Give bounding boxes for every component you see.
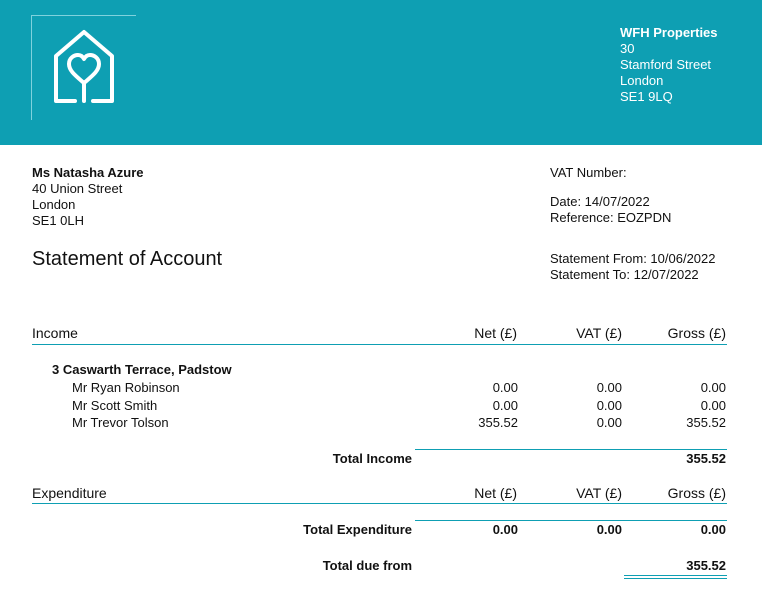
logo [31,15,136,120]
recipient-address-line: 40 Union Street [32,181,123,196]
company-address: WFH Properties 30 Stamford Street London… [620,25,718,105]
statement-reference: Reference: EOZPDN [550,210,672,225]
tenant-gross: 0.00 [700,380,726,395]
property-name: 3 Caswarth Terrace, Padstow [52,362,232,377]
expenditure-vat-header: VAT (£) [576,485,622,501]
total-expenditure-gross: 0.00 [700,522,726,537]
expenditure-header: Expenditure [32,485,107,501]
tenant-vat: 0.00 [596,415,622,430]
total-expenditure-net: 0.00 [492,522,518,537]
tenant-net: 0.00 [492,398,518,413]
company-name: WFH Properties [620,25,718,40]
total-expenditure-divider [415,520,727,521]
income-header: Income [32,325,78,341]
recipient-address-line: SE1 0LH [32,213,85,228]
income-header-divider [32,344,727,345]
total-due-amount: 355.52 [686,558,726,573]
tenant-gross: 355.52 [686,415,726,430]
company-address-line: 30 [620,41,635,56]
total-due-label: Total due from [322,558,412,573]
company-address-line: SE1 9LQ [620,89,673,104]
total-income-label: Total Income [332,451,412,466]
income-vat-header: VAT (£) [576,325,622,341]
statement-from: Statement From: 10/06/2022 [550,251,716,266]
expenditure-net-header: Net (£) [474,485,517,501]
company-address-line: London [620,73,664,88]
tenant-vat: 0.00 [596,398,622,413]
total-due-underline [624,575,727,576]
tenant-name: Mr Scott Smith [72,398,158,413]
vat-number: VAT Number: [550,165,627,180]
tenant-net: 0.00 [492,380,518,395]
total-income-gross: 355.52 [686,451,726,466]
total-due-double-underline [624,578,727,579]
tenant-vat: 0.00 [596,380,622,395]
income-net-header: Net (£) [474,325,517,341]
tenant-net: 355.52 [478,415,518,430]
tenant-name: Mr Trevor Tolson [72,415,169,430]
total-expenditure-label: Total Expenditure [303,522,412,537]
tenant-gross: 0.00 [700,398,726,413]
recipient-name: Ms Natasha Azure [32,165,144,180]
expenditure-gross-header: Gross (£) [667,485,726,501]
house-heart-icon [54,30,114,103]
total-expenditure-vat: 0.00 [596,522,622,537]
expenditure-header-divider [32,503,727,504]
recipient-address-line: London [32,197,76,212]
header-banner: WFH Properties 30 Stamford Street London… [0,0,762,145]
company-address-line: Stamford Street [620,57,712,72]
total-income-divider [415,449,727,450]
income-gross-header: Gross (£) [667,325,726,341]
statement-date: Date: 14/07/2022 [550,194,650,209]
page-title: Statement of Account [32,248,223,270]
tenant-name: Mr Ryan Robinson [72,380,180,395]
statement-to: Statement To: 12/07/2022 [550,267,699,282]
